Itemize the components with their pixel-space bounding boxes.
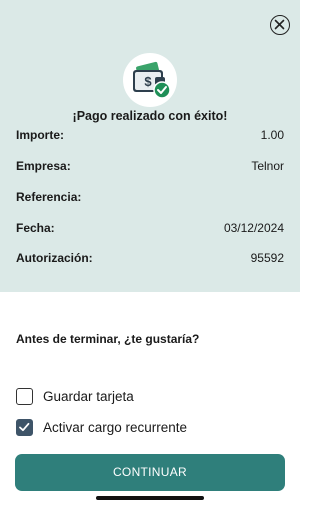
detail-value: 03/12/2024	[223, 221, 284, 235]
detail-row-referencia: Referencia:	[16, 190, 284, 208]
detail-value: 1.00	[260, 128, 284, 142]
recurring-charge-option[interactable]: Activar cargo recurrente	[16, 417, 187, 437]
detail-label: Referencia:	[16, 190, 82, 204]
detail-row-empresa: Empresa: Telnor	[16, 159, 284, 177]
detail-label: Importe:	[16, 128, 64, 142]
options-question: Antes de terminar, ¿te gustaría?	[16, 332, 200, 346]
home-indicator[interactable]	[96, 496, 204, 500]
success-title: ¡Pago realizado con éxito!	[72, 109, 228, 123]
svg-text:$: $	[144, 74, 152, 89]
detail-label: Empresa:	[16, 159, 71, 173]
detail-row-autorizacion: Autorización: 95592	[16, 251, 284, 269]
close-button[interactable]	[270, 15, 290, 35]
close-icon	[274, 19, 285, 30]
continue-button[interactable]: CONTINUAR	[15, 454, 285, 491]
save-card-option[interactable]: Guardar tarjeta	[16, 386, 134, 406]
save-card-label[interactable]: Guardar tarjeta	[43, 389, 134, 404]
payment-summary-panel: $ ¡Pago realizado con éxito! Importe: 1.…	[0, 0, 300, 292]
save-card-checkbox[interactable]	[16, 387, 33, 405]
detail-row-fecha: Fecha: 03/12/2024	[16, 221, 284, 239]
recurring-charge-label[interactable]: Activar cargo recurrente	[43, 420, 187, 435]
detail-row-importe: Importe: 1.00	[16, 128, 284, 146]
detail-value: 95592	[250, 251, 284, 265]
detail-label: Fecha:	[16, 221, 55, 235]
detail-value: Telnor	[251, 159, 284, 173]
wallet-check-icon: $	[122, 52, 178, 108]
recurring-charge-checkbox[interactable]	[16, 418, 33, 436]
detail-label: Autorización:	[16, 251, 93, 265]
checkmark-icon	[19, 422, 30, 431]
